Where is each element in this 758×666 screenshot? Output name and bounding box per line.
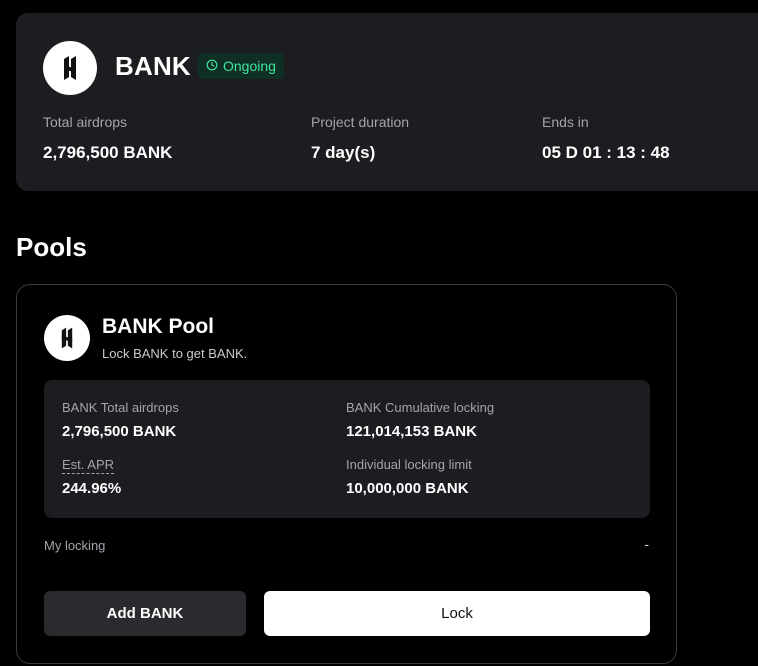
bank-pool-logo-icon [44, 315, 90, 361]
pool-total-airdrops-label: BANK Total airdrops [62, 400, 179, 415]
project-title: BANK [115, 51, 191, 81]
total-airdrops-label: Total airdrops [43, 114, 128, 130]
project-duration-label: Project duration [311, 114, 410, 130]
bank-logo-icon [43, 41, 97, 95]
est-apr-value: 244.96% [62, 480, 122, 497]
my-locking-label: My locking [44, 538, 106, 553]
total-airdrops-value: 2,796,500 BANK [43, 143, 173, 162]
project-duration-value: 7 day(s) [311, 143, 376, 162]
pool-title: BANK Pool [102, 315, 214, 338]
est-apr-label[interactable]: Est. APR [62, 457, 115, 474]
status-text: Ongoing [223, 58, 276, 74]
my-locking-value: - [644, 536, 649, 552]
ends-in-label: Ends in [542, 114, 589, 130]
pools-section-title: Pools [16, 232, 87, 262]
pool-card: BANK Pool Lock BANK to get BANK. BANK To… [16, 284, 677, 664]
pool-total-airdrops-value: 2,796,500 BANK [62, 423, 177, 440]
page: BANK Ongoing Total airdrops 2,796,500 BA… [0, 0, 758, 666]
cumulative-locking-value: 121,014,153 BANK [346, 423, 477, 440]
pool-subtitle: Lock BANK to get BANK. [102, 346, 248, 361]
add-bank-button[interactable]: Add BANK [44, 591, 246, 636]
project-card: BANK Ongoing Total airdrops 2,796,500 BA… [16, 13, 758, 191]
status-badge: Ongoing [198, 53, 284, 79]
cumulative-locking-label: BANK Cumulative locking [346, 400, 495, 415]
individual-locking-limit-value: 10,000,000 BANK [346, 480, 469, 497]
lock-button[interactable]: Lock [264, 591, 650, 636]
pool-stats-panel: BANK Total airdrops 2,796,500 BANK BANK … [44, 380, 650, 518]
clock-icon [206, 58, 218, 74]
ends-in-value: 05 D 01 : 13 : 48 [542, 143, 670, 162]
individual-locking-limit-label: Individual locking limit [346, 457, 472, 472]
